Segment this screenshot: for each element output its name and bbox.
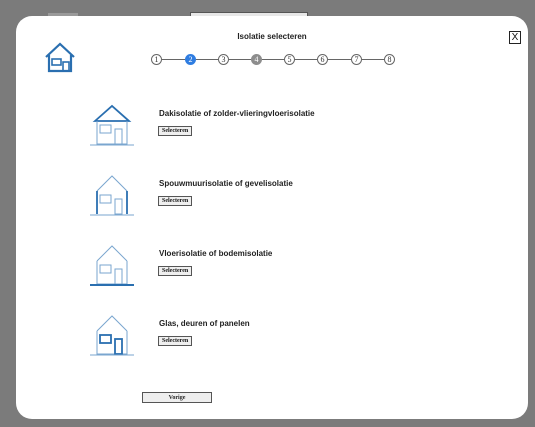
- select-floor-insulation-button[interactable]: Selecteren: [158, 266, 193, 276]
- step-connector: [295, 59, 317, 60]
- select-glass-doors-button[interactable]: Selecteren: [158, 336, 193, 346]
- step-connector: [229, 59, 251, 60]
- step-connector: [328, 59, 351, 60]
- step-2: 2: [185, 54, 196, 65]
- wall-insulation-icon: [90, 175, 134, 216]
- select-wall-insulation-button[interactable]: Selecteren: [158, 196, 193, 206]
- isolation-selection-dialog: Isolatie selecteren X 1 2 3 4 5 6 7 8 Da…: [16, 16, 528, 419]
- previous-button[interactable]: Vorige: [142, 392, 212, 403]
- glass-door-icon: [90, 315, 134, 356]
- step-7: 7: [351, 54, 362, 65]
- option-glass-doors: Glas, deuren of panelen Selecteren: [16, 313, 528, 373]
- step-connector: [262, 59, 284, 60]
- step-3: 3: [218, 54, 229, 65]
- step-indicator: 1 2 3 4 5 6 7 8: [16, 16, 528, 86]
- select-roof-insulation-button[interactable]: Selecteren: [158, 126, 193, 136]
- option-roof-insulation: Dakisolatie of zolder-vlieringvloerisola…: [16, 103, 528, 163]
- step-8: 8: [384, 54, 395, 65]
- step-6: 6: [317, 54, 328, 65]
- roof-insulation-icon: [90, 104, 134, 146]
- option-label: Glas, deuren of panelen: [159, 319, 250, 328]
- step-connector: [162, 59, 185, 60]
- step-connector: [362, 59, 384, 60]
- option-label: Vloerisolatie of bodemisolatie: [159, 249, 273, 258]
- step-4: 4: [251, 54, 262, 65]
- step-connector: [196, 59, 218, 60]
- option-label: Dakisolatie of zolder-vlieringvloerisola…: [159, 109, 315, 118]
- option-label: Spouwmuurisolatie of gevelisolatie: [159, 179, 293, 188]
- option-wall-insulation: Spouwmuurisolatie of gevelisolatie Selec…: [16, 173, 528, 233]
- step-1: 1: [151, 54, 162, 65]
- floor-insulation-icon: [90, 245, 134, 286]
- option-floor-insulation: Vloerisolatie of bodemisolatie Selectere…: [16, 243, 528, 303]
- step-5: 5: [284, 54, 295, 65]
